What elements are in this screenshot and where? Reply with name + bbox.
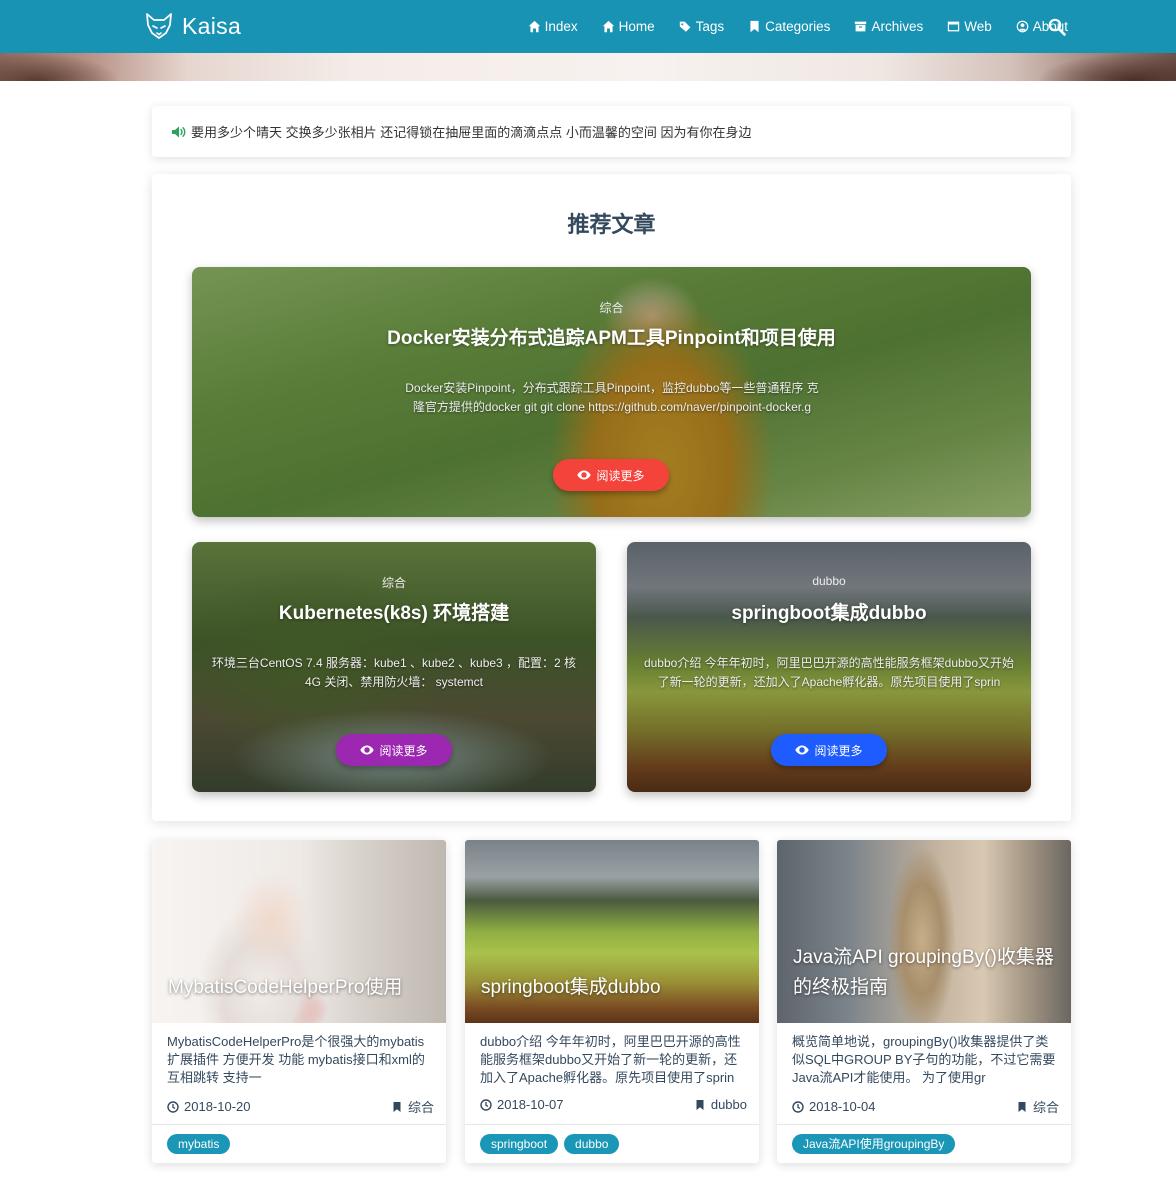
read-more-button[interactable]: 阅读更多 — [771, 734, 887, 766]
featured-title[interactable]: springboot集成dubbo — [627, 598, 1031, 625]
featured-category: 综合 — [599, 301, 624, 315]
nav-categories-label: Categories — [765, 19, 831, 34]
nav-archives-label: Archives — [871, 19, 924, 34]
eye-icon — [795, 745, 810, 755]
post-meta: 2018-10-04 综合 — [792, 1097, 1059, 1116]
post-card[interactable]: MybatisCodeHelperPro使用 MybatisCodeHelper… — [152, 840, 446, 1163]
card-divider — [465, 1124, 759, 1125]
post-title[interactable]: springboot集成dubbo — [481, 973, 749, 1003]
post-date: 2018-10-07 — [480, 1097, 564, 1112]
site-logo[interactable]: Kaisa — [144, 11, 241, 41]
post-summary: MybatisCodeHelperPro是个很强大的mybatis扩展插件 方便… — [167, 1034, 425, 1085]
site-brand: Kaisa — [182, 12, 242, 39]
read-more-button[interactable]: 阅读更多 — [336, 734, 452, 766]
post-title[interactable]: Java流API groupingBy()收集器的终极指南 — [793, 943, 1061, 1003]
volume-icon — [172, 126, 186, 137]
featured-post-card[interactable]: 综合 Docker安装分布式追踪APM工具Pinpoint和项目使用 Docke… — [192, 267, 1031, 517]
tag-chip[interactable]: dubbo — [564, 1134, 620, 1154]
read-more-button[interactable]: 阅读更多 — [553, 459, 669, 491]
nav-home-label: Home — [618, 19, 655, 34]
notice-bar: 要用多少个晴天 交换多少张相片 还记得锁在抽屉里面的滴滴点点 小而温馨的空间 因… — [152, 106, 1071, 157]
post-category[interactable]: 综合 — [1016, 1097, 1059, 1116]
clock-icon — [480, 1098, 492, 1111]
post-meta: 2018-10-07 dubbo — [480, 1097, 747, 1112]
nav-tags[interactable]: Tags — [679, 19, 725, 34]
post-summary: dubbo介绍 今年年初时，阿里巴巴开源的高性能服务框架dubbo又开始了新一轮… — [480, 1034, 741, 1085]
tag-chip[interactable]: mybatis — [167, 1134, 231, 1154]
tag-chip[interactable]: springboot — [480, 1134, 559, 1154]
eye-icon — [577, 470, 592, 480]
window-icon — [948, 21, 960, 32]
bookmark-icon — [1018, 1101, 1026, 1112]
nav-web-label: Web — [964, 19, 992, 34]
featured-title[interactable]: Kubernetes(k8s) 环境搭建 — [192, 598, 596, 625]
main-nav: Index Home Tags Categories Archives Web … — [528, 0, 1068, 53]
post-summary: 概览简单地说，groupingBy()收集器提供了类似SQL中GROUP BY子… — [792, 1034, 1056, 1085]
card-divider — [777, 1124, 1071, 1125]
archive-icon — [855, 21, 867, 32]
nav-categories[interactable]: Categories — [748, 19, 830, 34]
featured-desc: 环境三台CentOS 7.4 服务器：kube1 、kube2 、kube3 ，… — [211, 656, 577, 689]
home-icon — [602, 20, 614, 33]
top-navbar: Kaisa Index Home Tags Categories Archive… — [0, 0, 1176, 53]
search-icon[interactable] — [1048, 18, 1066, 36]
post-date: 2018-10-20 — [167, 1099, 251, 1114]
featured-desc: dubbo介绍 今年年初时，阿里巴巴开源的高性能服务框架dubbo又开始 了新一… — [643, 656, 1015, 689]
bookmark-icon — [696, 1099, 704, 1110]
fox-logo-icon — [146, 13, 172, 39]
recommend-section: 推荐文章 综合 Docker安装分布式追踪APM工具Pinpoint和项目使用 … — [152, 174, 1071, 821]
tags-icon — [679, 21, 690, 32]
clock-icon — [792, 1100, 804, 1113]
post-category[interactable]: 综合 — [391, 1097, 434, 1116]
post-tags: springboot dubbo — [480, 1134, 620, 1154]
featured-category: 综合 — [381, 576, 406, 590]
nav-web[interactable]: Web — [947, 19, 992, 34]
nav-tags-label: Tags — [695, 19, 725, 34]
post-title[interactable]: MybatisCodeHelperPro使用 — [168, 973, 436, 1003]
post-thumbnail[interactable]: Java流API groupingBy()收集器的终极指南 — [777, 840, 1071, 1023]
post-tags: mybatis — [167, 1134, 231, 1154]
post-date: 2018-10-04 — [792, 1099, 876, 1114]
bookmark-icon — [750, 20, 759, 33]
post-thumbnail[interactable]: springboot集成dubbo — [465, 840, 759, 1023]
post-card[interactable]: Java流API groupingBy()收集器的终极指南 概览简单地说，gro… — [777, 840, 1071, 1163]
hero-banner-image — [0, 53, 1176, 81]
recommend-title: 推荐文章 — [567, 212, 656, 237]
featured-post-card[interactable]: dubbo springboot集成dubbo dubbo介绍 今年年初时，阿里… — [627, 542, 1031, 792]
user-circle-icon — [1016, 20, 1029, 33]
tag-chip[interactable]: Java流API使用groupingBy — [792, 1134, 956, 1154]
card-divider — [152, 1124, 446, 1125]
nav-archives[interactable]: Archives — [854, 19, 923, 34]
notice-text: 要用多少个晴天 交换多少张相片 还记得锁在抽屉里面的滴滴点点 小而温馨的空间 因… — [191, 125, 752, 140]
bookmark-icon — [393, 1101, 401, 1112]
post-card[interactable]: springboot集成dubbo dubbo介绍 今年年初时，阿里巴巴开源的高… — [465, 840, 759, 1163]
featured-title[interactable]: Docker安装分布式追踪APM工具Pinpoint和项目使用 — [192, 323, 1031, 350]
post-meta: 2018-10-20 综合 — [167, 1097, 434, 1116]
nav-index[interactable]: Index — [528, 19, 578, 34]
eye-icon — [360, 745, 375, 755]
clock-icon — [167, 1100, 179, 1113]
nav-home[interactable]: Home — [602, 19, 655, 34]
post-thumbnail[interactable]: MybatisCodeHelperPro使用 — [152, 840, 446, 1023]
featured-desc: Docker安装Pinpoint，分布式跟踪工具Pinpoint，监控dubbo… — [405, 381, 819, 414]
post-tags: Java流API使用groupingBy — [792, 1134, 956, 1154]
featured-post-card[interactable]: 综合 Kubernetes(k8s) 环境搭建 环境三台CentOS 7.4 服… — [192, 542, 596, 792]
post-category[interactable]: dubbo — [694, 1097, 747, 1112]
nav-index-label: Index — [544, 19, 578, 34]
home-icon — [528, 20, 540, 33]
featured-category: dubbo — [812, 574, 846, 588]
